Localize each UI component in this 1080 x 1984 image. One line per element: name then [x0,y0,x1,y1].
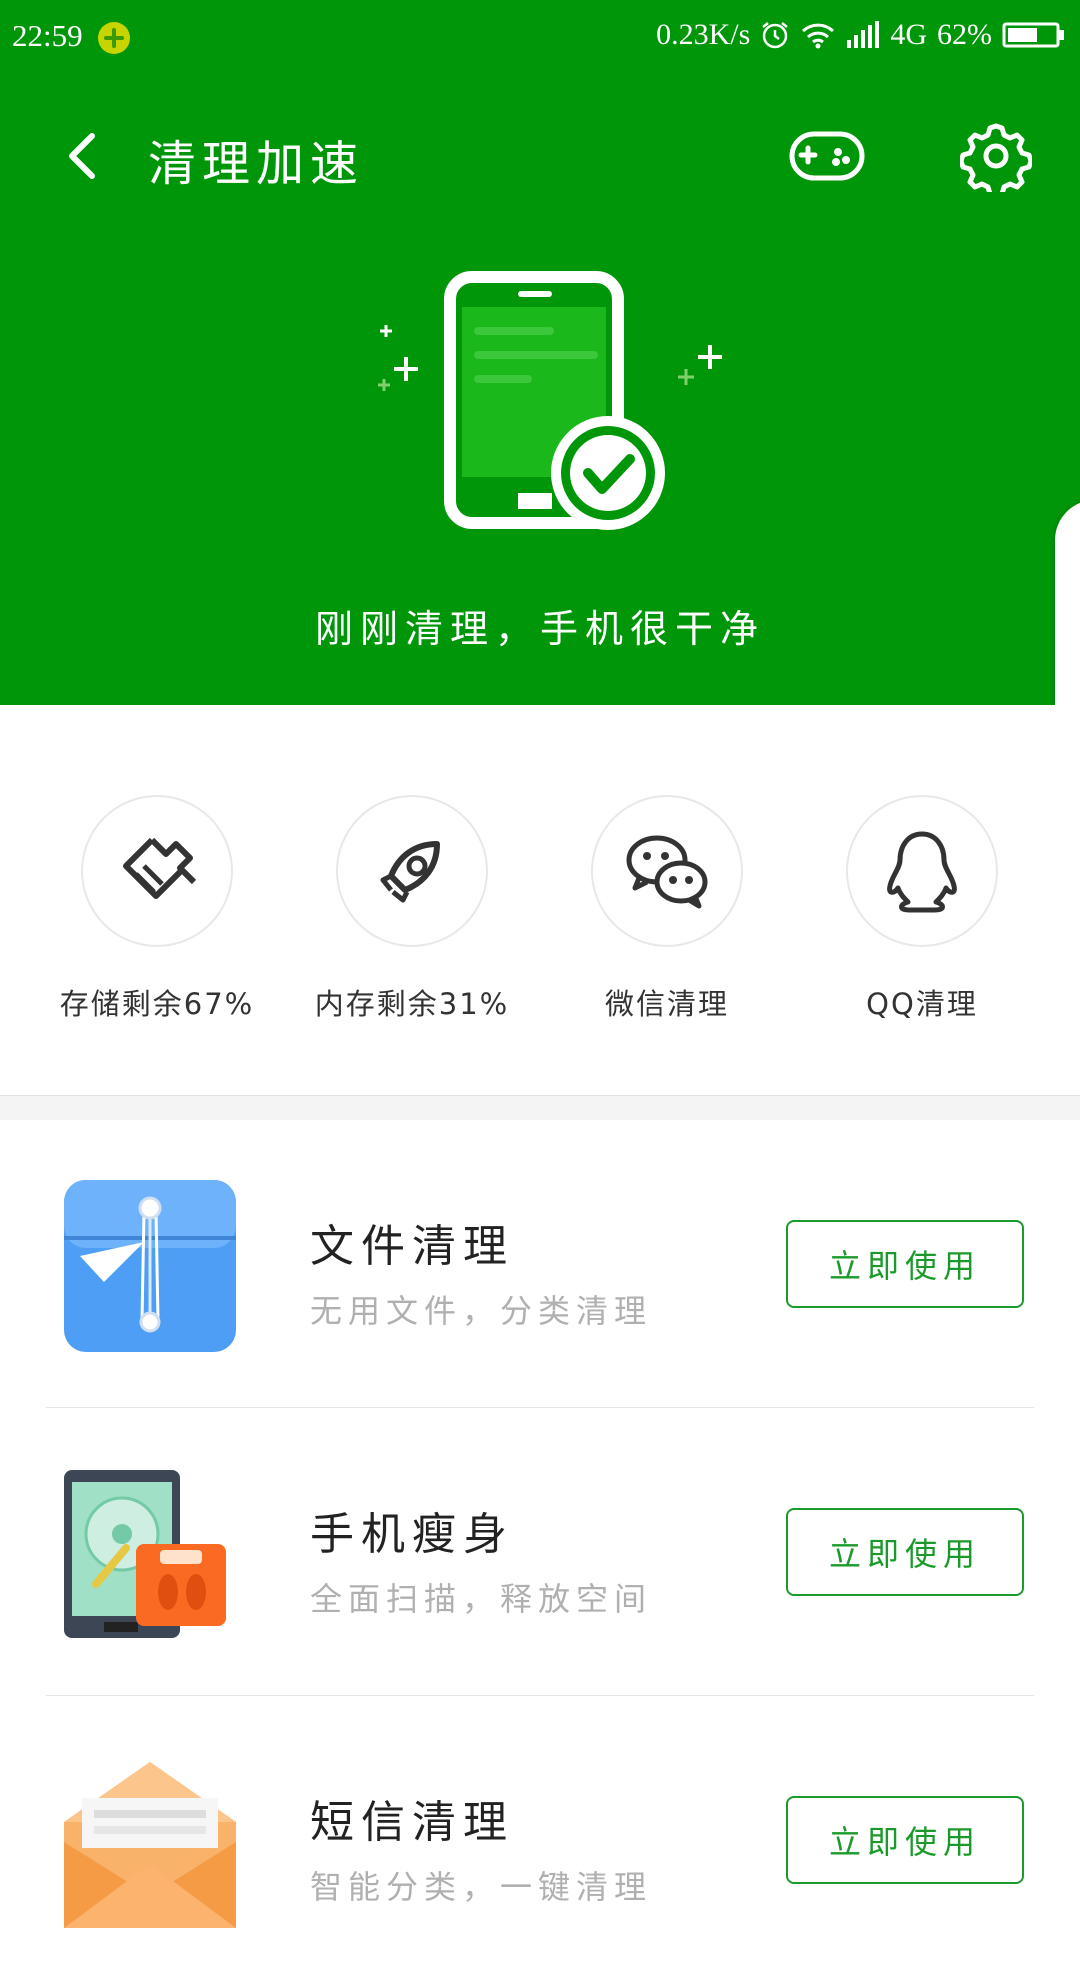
quick-memory-circle[interactable] [336,795,488,947]
gear-icon[interactable] [960,120,1032,192]
quick-storage-label: 存储剩余67% [59,987,255,1021]
network-type: 4G [890,18,927,51]
feature-subtitle: 全面扫描，释放空间 [310,1580,653,1618]
wechat-icon [626,835,708,909]
page-title: 清理加速 [148,136,365,192]
broom-icon [123,837,197,899]
feature-title: 手机瘦身 [310,1509,514,1560]
quick-wechat-circle[interactable] [591,795,743,947]
file-folder-icon [64,1180,236,1352]
notification-icon [98,22,130,54]
qq-penguin-icon [887,831,957,913]
quick-memory-label: 内存剩余31% [314,987,510,1021]
quick-storage-circle[interactable] [81,795,233,947]
status-bar: 22:59 0.23K/s 4G 62% [0,0,1080,78]
quick-qq-label: QQ清理 [866,987,978,1021]
section-divider [0,1095,1080,1121]
header-banner: 22:59 0.23K/s 4G 62% 清理加速 刚刚清理，手机很干净 [0,0,1080,705]
title-bar: 清理加速 [0,100,1080,220]
feature-subtitle: 智能分类，一键清理 [310,1868,653,1906]
quick-qq[interactable]: QQ清理 [795,795,1049,1023]
use-now-button[interactable]: 立即使用 [786,1220,1024,1308]
feature-list: 文件清理 无用文件，分类清理 立即使用 手机瘦身 全面扫描，释放空间 立即使用 [0,1120,1080,1928]
quick-wechat[interactable]: 微信清理 [540,795,794,1023]
list-item[interactable]: 文件清理 无用文件，分类清理 立即使用 [0,1120,1080,1408]
phone-check-icon [378,271,722,530]
status-time: 22:59 [12,18,83,53]
quick-wechat-label: 微信清理 [604,987,729,1021]
feature-subtitle: 无用文件，分类清理 [310,1292,653,1330]
gamepad-icon[interactable] [786,122,868,188]
list-item[interactable]: 短信清理 智能分类，一键清理 立即使用 [0,1696,1080,1984]
phone-slim-icon [64,1470,226,1638]
network-speed: 0.23K/s [656,18,751,51]
envelope-icon [64,1762,236,1928]
use-now-button[interactable]: 立即使用 [786,1508,1024,1596]
feature-title: 文件清理 [310,1221,514,1272]
quick-qq-circle[interactable] [846,795,998,947]
wifi-icon [802,23,835,49]
list-item[interactable]: 手机瘦身 全面扫描，释放空间 立即使用 [0,1408,1080,1696]
alarm-icon [762,22,789,49]
rocket-icon [380,841,440,903]
quick-memory[interactable]: 内存剩余31% [285,795,539,1023]
quick-tools: 存储剩余67% 内存剩余31% 微信清理 QQ清理 [0,705,1080,1095]
battery-percent: 62% [937,18,992,51]
clean-status-text: 刚刚清理，手机很干净 [314,607,765,651]
signal-icon [847,21,880,48]
feature-title: 短信清理 [310,1797,514,1848]
use-now-button[interactable]: 立即使用 [786,1796,1024,1884]
back-arrow-icon[interactable] [56,126,116,186]
battery-icon [1002,22,1064,48]
quick-storage[interactable]: 存储剩余67% [30,795,284,1023]
